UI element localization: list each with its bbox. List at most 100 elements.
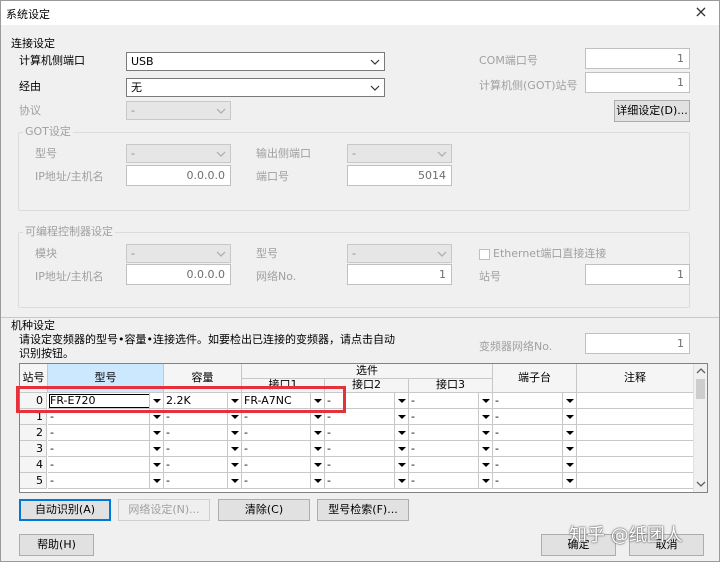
terminal-cell[interactable]: - <box>493 441 577 457</box>
dropdown-arrow-icon[interactable] <box>478 441 492 456</box>
dropdown-arrow-icon[interactable] <box>562 409 576 424</box>
terminal-cell[interactable]: - <box>493 393 577 409</box>
terminal-cell[interactable]: - <box>493 473 577 489</box>
model-cell[interactable]: - <box>48 425 164 441</box>
scroll-thumb[interactable] <box>696 379 705 399</box>
grid-scrollbar[interactable] <box>693 364 707 492</box>
header-note[interactable]: 注释 <box>577 364 694 393</box>
model-cell[interactable]: - <box>48 441 164 457</box>
dropdown-arrow-icon[interactable] <box>478 457 492 472</box>
interface2-cell[interactable]: - <box>325 457 409 473</box>
model-search-button[interactable]: 型号检索(F)... <box>317 499 409 521</box>
interface1-cell[interactable]: - <box>242 457 325 473</box>
dropdown-arrow-icon[interactable] <box>394 409 408 424</box>
dropdown-arrow-icon[interactable] <box>478 425 492 440</box>
interface3-cell[interactable]: - <box>409 409 493 425</box>
dropdown-arrow-icon[interactable] <box>310 457 324 472</box>
terminal-cell[interactable]: - <box>493 457 577 473</box>
got-ip-value: 0.0.0.0 <box>186 169 225 182</box>
dropdown-arrow-icon[interactable] <box>227 457 241 472</box>
interface3-cell[interactable]: - <box>409 441 493 457</box>
scroll-down-icon[interactable] <box>696 479 706 489</box>
pc-port-value: USB <box>131 55 154 68</box>
dropdown-arrow-icon[interactable] <box>149 441 163 456</box>
plc-heading: 可编程控制器设定 <box>23 225 115 239</box>
interface2-cell[interactable]: - <box>325 441 409 457</box>
plc-model-value: - <box>352 247 356 260</box>
chevron-down-icon <box>437 251 447 257</box>
dropdown-arrow-icon[interactable] <box>394 393 408 408</box>
inverter-network-label: 变频器网络No. <box>479 340 553 353</box>
via-value: 无 <box>131 81 142 94</box>
capacity-cell[interactable]: - <box>164 425 242 441</box>
note-cell[interactable] <box>577 425 694 441</box>
interface2-cell[interactable]: - <box>325 425 409 441</box>
dropdown-arrow-icon[interactable] <box>562 473 576 488</box>
header-interface3[interactable]: 接口3 <box>409 379 493 393</box>
dropdown-arrow-icon[interactable] <box>310 473 324 488</box>
scroll-up-icon[interactable] <box>696 366 706 376</box>
interface3-value: - <box>411 410 415 423</box>
dropdown-arrow-icon[interactable] <box>478 473 492 488</box>
dropdown-arrow-icon[interactable] <box>310 425 324 440</box>
dropdown-arrow-icon[interactable] <box>394 425 408 440</box>
dropdown-arrow-icon[interactable] <box>562 425 576 440</box>
note-cell[interactable] <box>577 393 694 409</box>
header-terminal[interactable]: 端子台 <box>493 364 577 393</box>
dropdown-arrow-icon[interactable] <box>478 393 492 408</box>
pc-port-select[interactable]: USB <box>126 52 385 71</box>
dropdown-arrow-icon[interactable] <box>149 457 163 472</box>
terminal-cell[interactable]: - <box>493 409 577 425</box>
dropdown-arrow-icon[interactable] <box>227 441 241 456</box>
dropdown-arrow-icon[interactable] <box>562 441 576 456</box>
protocol-select: - <box>126 101 231 120</box>
interface3-cell[interactable]: - <box>409 457 493 473</box>
interface1-cell[interactable]: - <box>242 425 325 441</box>
dropdown-arrow-icon[interactable] <box>394 441 408 456</box>
capacity-cell[interactable]: - <box>164 441 242 457</box>
dropdown-arrow-icon[interactable] <box>149 425 163 440</box>
got-station-label: 计算机侧(GOT)站号 <box>479 79 578 92</box>
interface2-cell[interactable]: - <box>325 473 409 489</box>
auto-detect-button[interactable]: 自动识别(A) <box>19 499 111 521</box>
interface1-value: - <box>244 458 248 471</box>
interface2-value: - <box>327 474 331 487</box>
terminal-cell[interactable]: - <box>493 425 577 441</box>
model-heading: 机种设定 <box>11 319 55 332</box>
model-cell[interactable]: - <box>48 473 164 489</box>
dropdown-arrow-icon[interactable] <box>562 393 576 408</box>
note-cell[interactable] <box>577 409 694 425</box>
terminal-value: - <box>495 474 499 487</box>
dropdown-arrow-icon[interactable] <box>149 473 163 488</box>
interface3-cell[interactable]: - <box>409 473 493 489</box>
model-description-line1: 请设定变频器的型号•容量•连接选件。如要检出已连接的变频器，请点击自动 <box>19 333 395 346</box>
interface3-cell[interactable]: - <box>409 425 493 441</box>
dropdown-arrow-icon[interactable] <box>394 457 408 472</box>
dropdown-arrow-icon[interactable] <box>227 473 241 488</box>
dropdown-arrow-icon[interactable] <box>227 425 241 440</box>
chevron-down-icon <box>216 151 226 157</box>
capacity-cell[interactable]: - <box>164 457 242 473</box>
dropdown-arrow-icon[interactable] <box>310 441 324 456</box>
clear-button[interactable]: 清除(C) <box>218 499 310 521</box>
via-select[interactable]: 无 <box>126 78 385 97</box>
dropdown-arrow-icon[interactable] <box>394 473 408 488</box>
help-button[interactable]: 帮助(H) <box>19 534 94 556</box>
model-cell[interactable]: - <box>48 457 164 473</box>
dropdown-arrow-icon[interactable] <box>478 409 492 424</box>
interface1-value: - <box>244 426 248 439</box>
title-bar: 系统设定 × <box>1 1 719 25</box>
close-icon[interactable]: × <box>692 3 710 21</box>
model-value: - <box>50 442 54 455</box>
connection-heading: 连接设定 <box>11 37 55 50</box>
detail-settings-button[interactable]: 详细设定(D)... <box>614 100 690 122</box>
dropdown-arrow-icon[interactable] <box>562 457 576 472</box>
capacity-cell[interactable]: - <box>164 473 242 489</box>
note-cell[interactable] <box>577 441 694 457</box>
interface3-cell[interactable]: - <box>409 393 493 409</box>
interface2-value: - <box>327 442 331 455</box>
note-cell[interactable] <box>577 457 694 473</box>
interface1-cell[interactable]: - <box>242 473 325 489</box>
note-cell[interactable] <box>577 473 694 489</box>
interface1-cell[interactable]: - <box>242 441 325 457</box>
